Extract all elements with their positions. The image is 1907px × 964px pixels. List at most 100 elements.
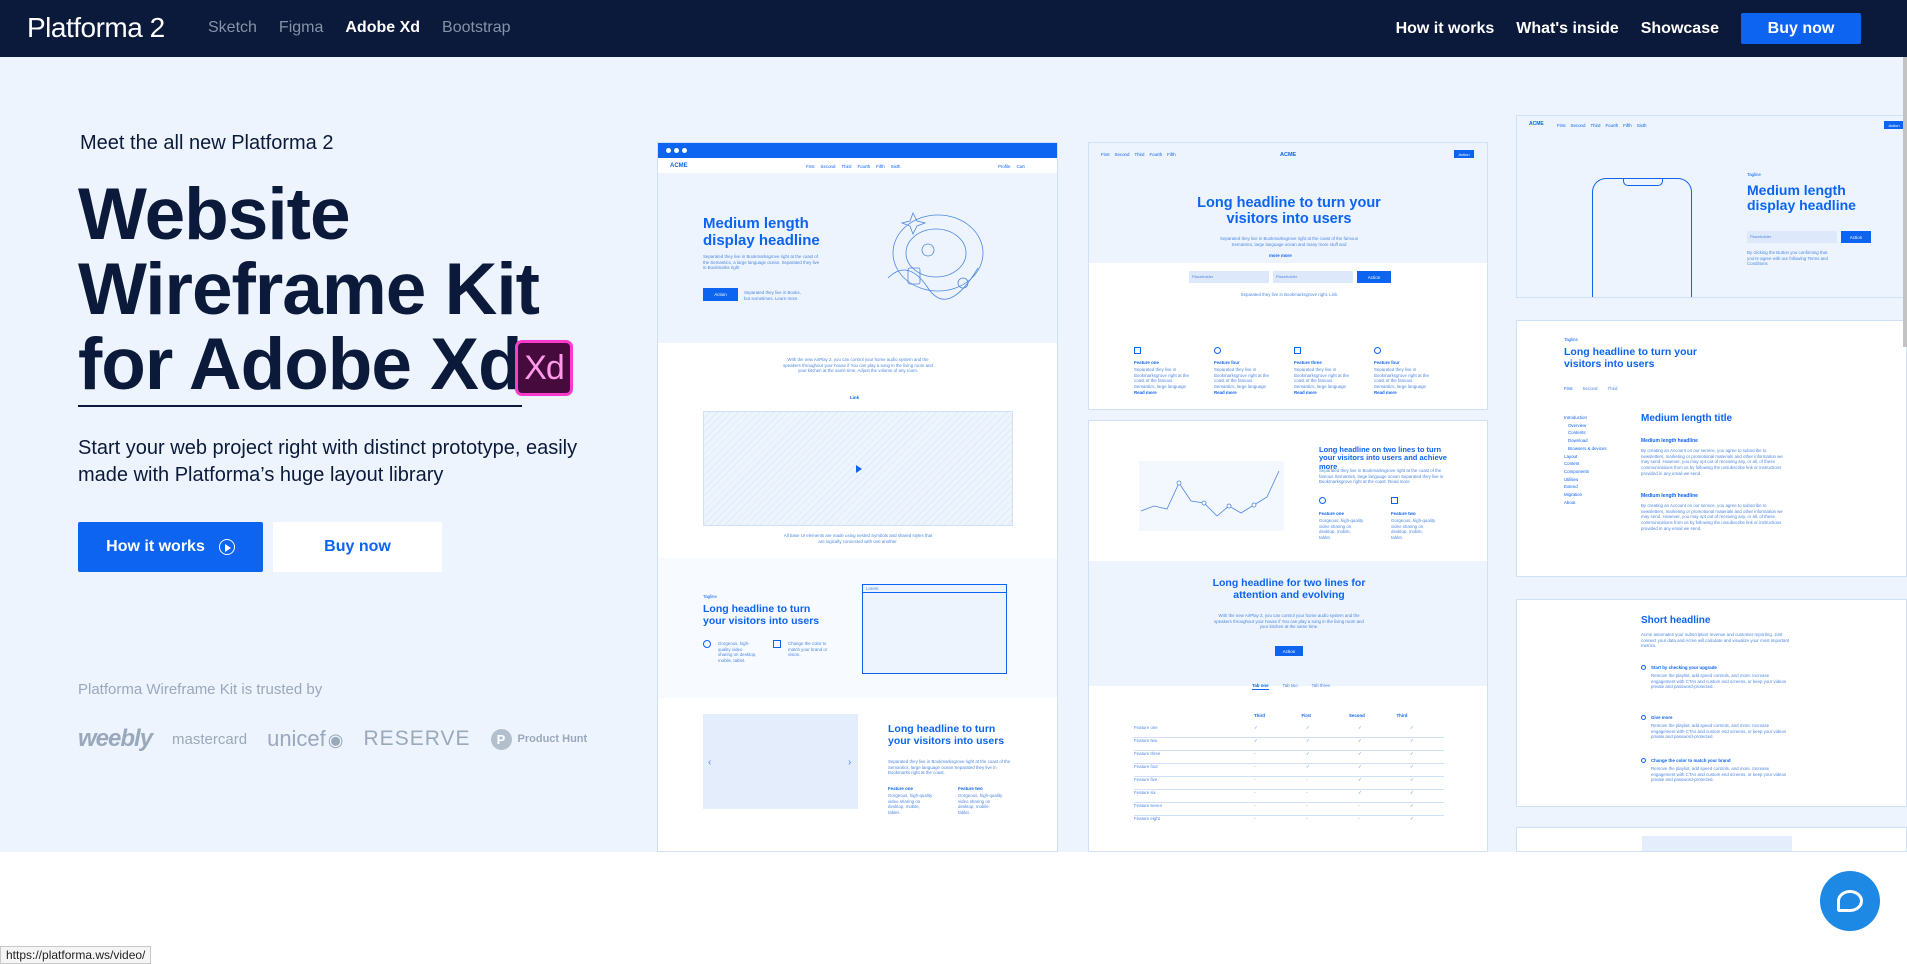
mini-feature-title: Feature two (1391, 511, 1416, 516)
mini-input: Placeholder (1189, 271, 1269, 283)
mini-line-chart (1139, 461, 1284, 531)
how-it-works-button[interactable]: How it works (78, 522, 263, 572)
brand-logo[interactable]: Platforma 2 (27, 12, 165, 44)
mini-headline-3: Long headline to turn your visitors into… (888, 723, 1005, 747)
mini-breadcrumb: First Second Third (1564, 386, 1618, 391)
mini-step-title: Give more (1651, 715, 1673, 720)
unicef-logo: unicef ◉ (267, 726, 344, 751)
mini-step-text: Remove the playlist, add speed controls,… (1651, 766, 1787, 783)
mini-action-button: Action (703, 288, 738, 301)
adobe-xd-icon: Xd (515, 340, 573, 396)
hero-buy-now-button[interactable]: Buy now (273, 522, 442, 572)
mini-feature-title: Feature four (1214, 360, 1240, 365)
chat-launcher-button[interactable] (1820, 871, 1880, 931)
mini-body: By creating an Account on our service, y… (1641, 448, 1783, 476)
buy-now-button[interactable]: Buy now (1741, 13, 1861, 44)
mini-tabs: Tab one Tab two Tab three (1252, 683, 1330, 690)
weebly-logo: weebly (78, 725, 153, 752)
status-bar-url: https://platforma.ws/video/ (0, 946, 152, 964)
page-scrollbar[interactable] (1903, 57, 1907, 347)
mini-tagline: Tagline (1747, 172, 1761, 177)
chat-bubble-icon (1837, 890, 1863, 912)
mini-note: By clicking the Button you confirming th… (1747, 250, 1828, 267)
product-hunt-logo: P Product Hunt (490, 728, 587, 750)
mini-nav: First Second Third Fourth Fifth (1101, 152, 1176, 157)
mini-read-more: Read more (1134, 390, 1157, 395)
wireframe-preview-features: Long headline on two lines to turn your … (1088, 420, 1488, 852)
mini-feature-title: Feature one (888, 786, 913, 791)
nav-showcase[interactable]: Showcase (1641, 20, 1719, 38)
edition-tab-figma[interactable]: Figma (279, 19, 323, 37)
mini-feature-title: Feature four (1374, 360, 1400, 365)
mini-feature-icon (773, 640, 781, 648)
mini-logo: ACME (1280, 152, 1297, 158)
mini-feature-title: Feature one (1134, 360, 1159, 365)
mini-step-text: Remove the playlist, add speed controls,… (1651, 723, 1787, 740)
mini-feature-title: Feature one (1319, 511, 1344, 516)
mini-note: Separated they live in Bookmarksgrove ri… (1240, 292, 1338, 297)
mini-step-text: Remove the playlist, add speed controls,… (1651, 673, 1787, 690)
nav-whats-inside[interactable]: What's inside (1516, 20, 1618, 38)
mini-sidebar: Introduction Overview Contents Download Brow… (1564, 415, 1607, 505)
mini-note: Separated they live in Books, but someti… (744, 290, 801, 301)
mini-read-more: Read more (1374, 390, 1397, 395)
mini-feature-title: Feature three (1294, 360, 1322, 365)
mini-feature-text: Gorgeous, high-quality video sharing on … (718, 641, 757, 664)
hero-subtitle: Start your web project right with distin… (78, 437, 578, 486)
nav-how-it-works[interactable]: How it works (1396, 20, 1495, 38)
edition-tab-adobe-xd[interactable]: Adobe Xd (345, 19, 420, 37)
mini-feature-desc: Gorgeous, high-quality video sharing on … (888, 793, 933, 816)
wireframe-preview-more (1516, 827, 1907, 852)
mini-step-title: Start by checking your upgrade (1651, 665, 1717, 670)
mini-title: Medium length title (1641, 413, 1733, 424)
mini-tagline: Tagline (1564, 337, 1578, 342)
mini-text: Acme automates your subscription revenue… (1641, 632, 1790, 649)
client-logos: weebly mastercard unicef ◉ RESERVE P Produ… (78, 725, 607, 753)
mini-feature-text: Change the color to match your brand or … (788, 641, 828, 658)
mini-nav-right: Profile Cart (998, 164, 1025, 169)
mini-link: more more (1269, 253, 1292, 258)
mini-action-button: Action (1275, 646, 1303, 656)
mini-nav: First Second Third Fourth Fifth Sixth (1557, 123, 1647, 128)
mini-text: Separated they live in Bookmarksgrove ri… (1220, 236, 1358, 247)
mini-nav: First Second Third Fourth Fifth Sixth (806, 164, 901, 169)
mini-input: Placeholder (1747, 231, 1837, 243)
mini-feature-icon (703, 640, 711, 648)
mini-logo: ACME (1529, 121, 1544, 127)
mini-feature-text: Gorgeous, high-quality video sharing on … (1391, 518, 1436, 541)
edition-tab-sketch[interactable]: Sketch (208, 19, 257, 37)
mini-body: By creating an Account on our service, y… (1641, 503, 1783, 531)
mini-action-button: Action (1357, 271, 1391, 283)
mini-feature-text: Separated they live in Bookmarksgrove ri… (1294, 367, 1349, 390)
wireframe-preview-docs: Tagline Long headline to turn your visit… (1516, 320, 1907, 577)
mini-table: Third First Second Third Feature one ✓ ✓ ✓ ✓ Fe… (1134, 713, 1444, 829)
mini-input: Placeholder (1273, 271, 1353, 283)
mini-headline: Long headline to turn your visitors into… (1564, 346, 1697, 370)
mini-headline: Medium length display headline (1747, 182, 1856, 214)
mini-feature-desc: Gorgeous, high-quality video sharing on … (958, 793, 1003, 816)
mini-feature-text: Gorgeous, high-quality video sharing on … (1319, 518, 1364, 541)
mini-text: Separated they live in Bookmarksgrove ri… (703, 254, 820, 271)
wireframe-preview-header: First Second Third Fourth Fifth ACME Action … (1088, 142, 1488, 410)
mini-paragraph: With the new AirPlay 2, you can control … (783, 357, 933, 374)
edition-tab-bootstrap[interactable]: Bootstrap (442, 19, 510, 37)
play-circle-icon (218, 539, 235, 555)
mini-feature-title: Feature two (958, 786, 983, 791)
how-it-works-label: How it works (106, 538, 205, 555)
mini-feature-text: Separated they live in Bookmarksgrove ri… (1214, 367, 1269, 390)
main-nav: How it works What's inside Showcase Buy … (1374, 0, 1907, 57)
mini-slider: ‹ › (703, 714, 858, 809)
mini-logo: ACME (670, 163, 688, 169)
mini-text-3: Separated they live in Bookmarksgrove ri… (888, 759, 1011, 776)
play-icon (856, 465, 862, 473)
mini-read-more: Read more (1294, 390, 1317, 395)
illustration-doodle (887, 212, 984, 300)
hero-eyebrow: Meet the all new Platforma 2 (80, 132, 334, 154)
phone-mockup (1592, 178, 1692, 297)
edition-tabs: Sketch Figma Adobe Xd Bootstrap (208, 19, 533, 37)
mini-text: Separated they live in Bookmarksgrove ri… (1319, 468, 1444, 485)
mini-headline-2: Long headline for two lines for attentio… (1212, 577, 1366, 601)
mini-headline: Long headline to turn your visitors into… (1197, 195, 1381, 227)
mini-headline: Short headline (1641, 615, 1711, 626)
mini-read-more: Read more (1214, 390, 1237, 395)
